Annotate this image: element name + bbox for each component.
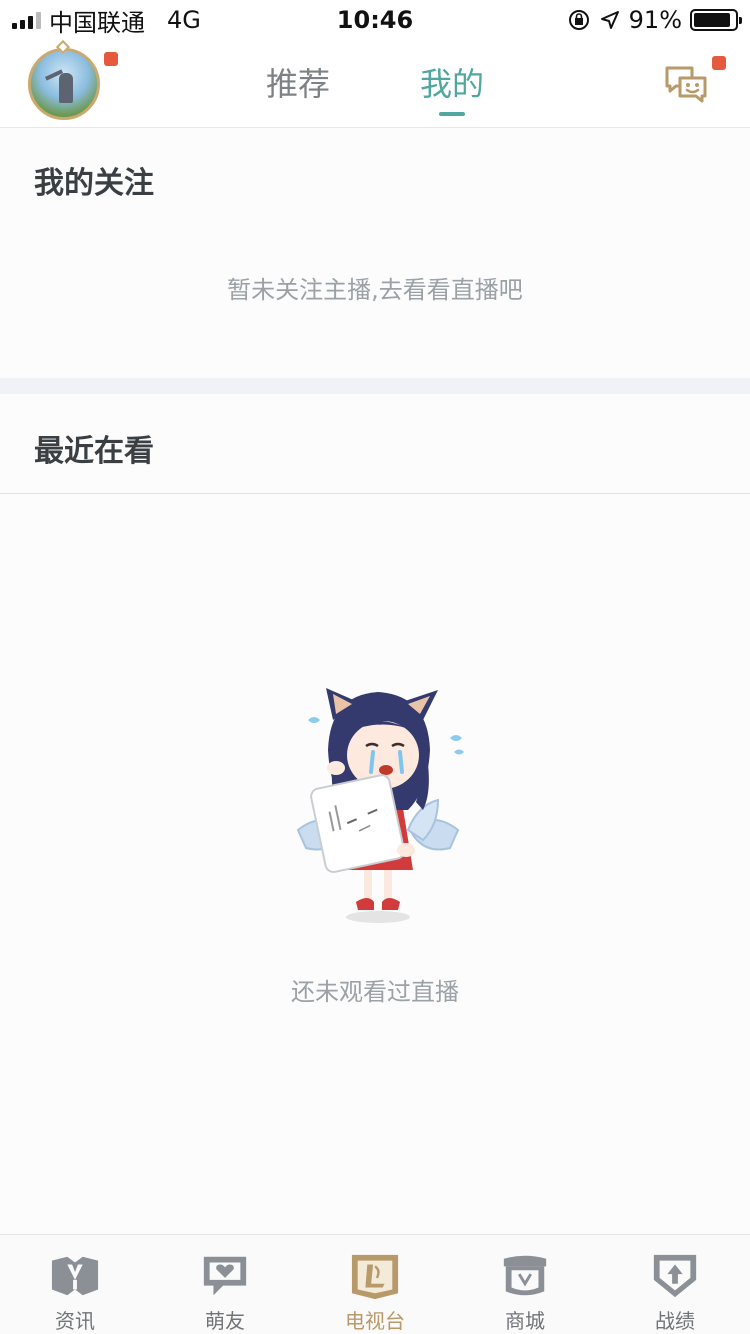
- bottom-tab-bar: 资讯 萌友 电视台 商城 战绩: [0, 1234, 750, 1334]
- nav-item-record[interactable]: 战绩: [600, 1235, 750, 1334]
- tv-icon: [351, 1254, 399, 1300]
- shop-icon: [503, 1255, 547, 1296]
- messages-button[interactable]: [664, 64, 708, 106]
- chat-icon: [665, 66, 707, 103]
- battery-icon: [690, 9, 742, 31]
- top-tabs: 推荐 我的: [0, 40, 750, 128]
- news-icon: [51, 1256, 99, 1296]
- nav-item-friends[interactable]: 萌友: [150, 1235, 300, 1334]
- network-label: 4G: [167, 6, 201, 34]
- nav-label-news: 资讯: [55, 1309, 95, 1333]
- top-header: 推荐 我的: [0, 39, 750, 128]
- crying-fox-girl-illustration: [296, 688, 464, 923]
- status-right: 91%: [567, 6, 742, 34]
- carrier-label: 中国联通: [49, 8, 145, 37]
- friends-icon: [203, 1256, 247, 1296]
- nav-label-record: 战绩: [655, 1309, 695, 1333]
- nav-label-shop: 商城: [505, 1309, 545, 1333]
- nav-item-shop[interactable]: 商城: [450, 1235, 600, 1334]
- follow-title: 我的关注: [34, 166, 154, 201]
- tab-recommend[interactable]: 推荐: [266, 40, 330, 128]
- follow-section: 我的关注 暂未关注主播,去看看直播吧: [0, 128, 750, 378]
- nav-label-tv: 电视台: [345, 1309, 405, 1333]
- record-icon: [653, 1254, 697, 1298]
- nav-item-news[interactable]: 资讯: [0, 1235, 150, 1334]
- recent-section-header: 最近在看: [0, 394, 750, 494]
- tab-mine[interactable]: 我的: [420, 40, 484, 128]
- recent-empty-text: 还未观看过直播: [291, 978, 459, 1006]
- nav-item-tv[interactable]: 电视台: [300, 1235, 450, 1334]
- status-bar: 中国联通 4G 10:46 91%: [0, 0, 750, 40]
- follow-empty-text[interactable]: 暂未关注主播,去看看直播吧: [0, 270, 750, 305]
- location-icon: [600, 11, 619, 29]
- battery-percent: 91%: [628, 6, 682, 34]
- battery-fill: [694, 13, 731, 27]
- section-divider: [0, 378, 750, 394]
- signal-icon: [12, 11, 41, 29]
- rotation-lock-icon: [568, 10, 589, 30]
- recent-title: 最近在看: [34, 434, 154, 469]
- nav-label-friends: 萌友: [205, 1309, 245, 1333]
- messages-badge-dot: [712, 56, 726, 70]
- status-left: 中国联通 4G: [12, 3, 201, 38]
